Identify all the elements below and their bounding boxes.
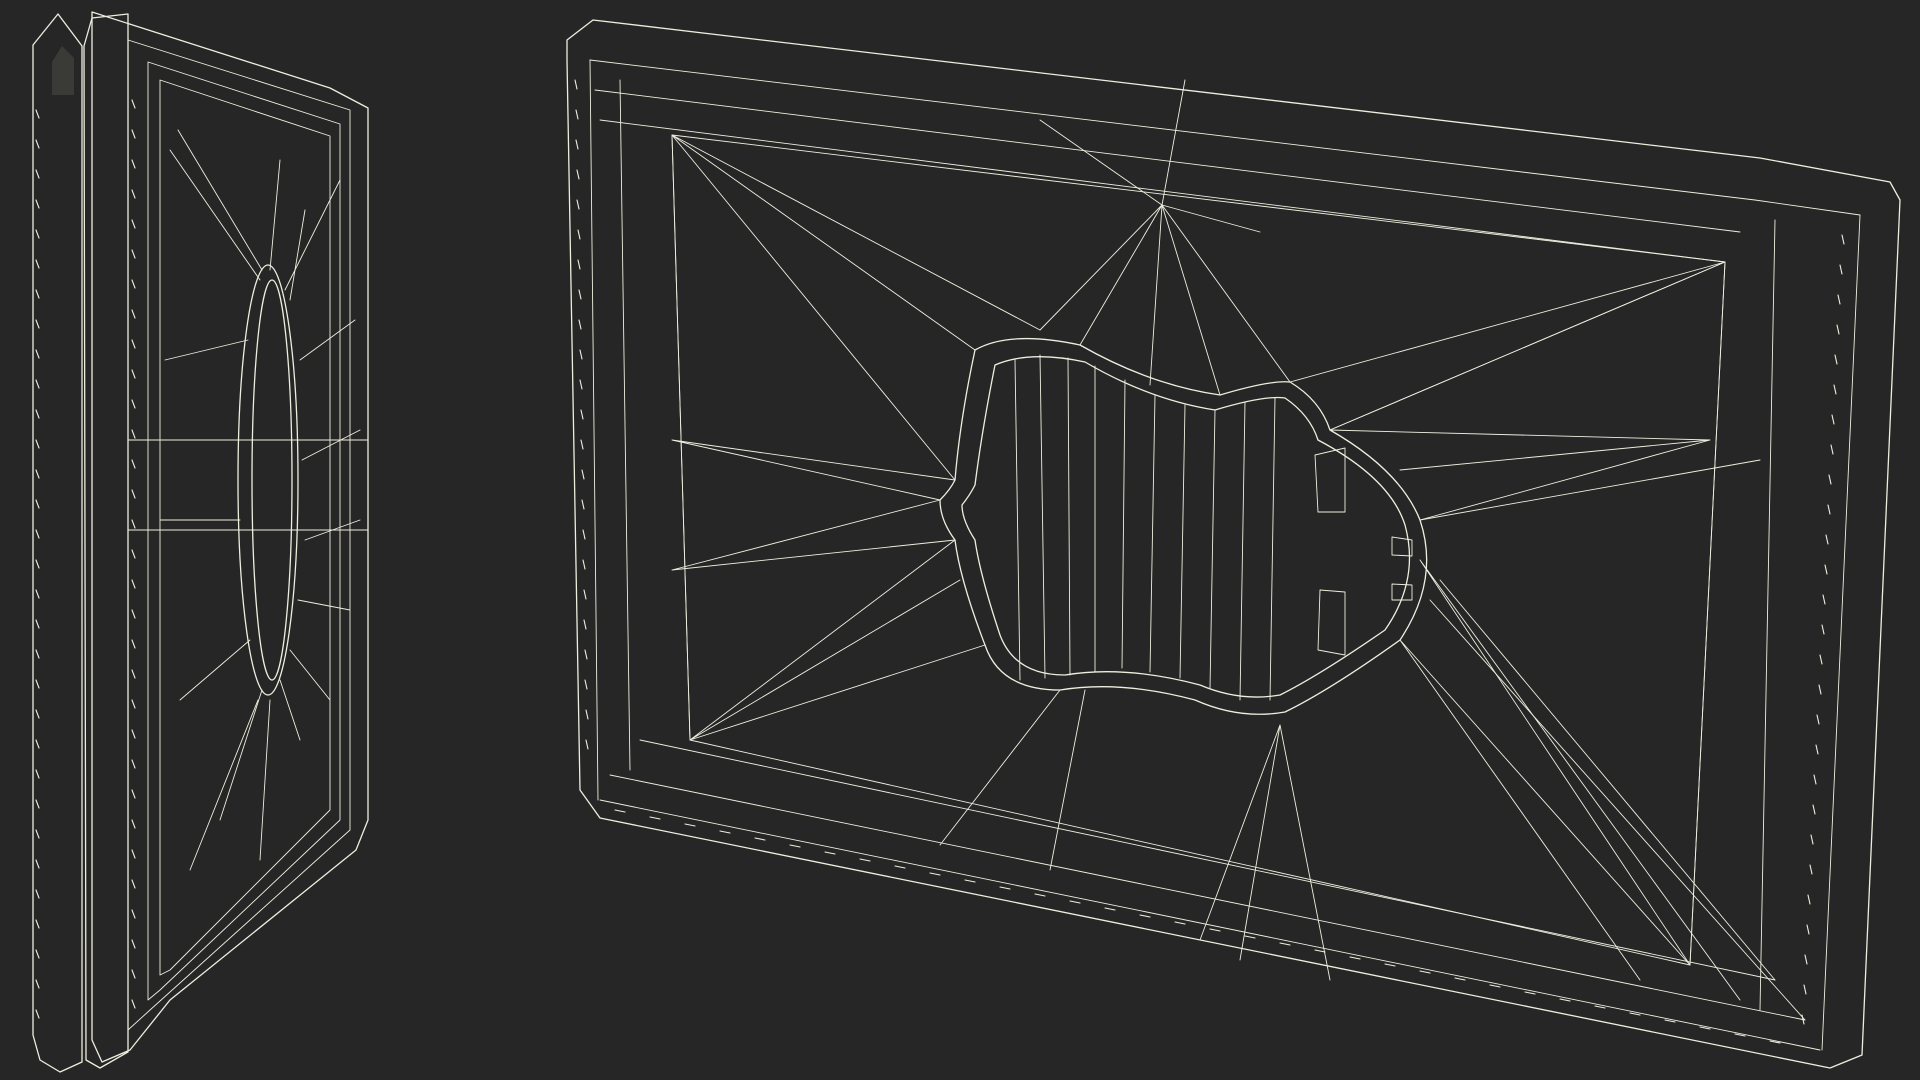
side-stitches-left [35,109,40,1019]
side-oval-rim [237,264,299,696]
side-oval-inner [251,279,293,681]
perspective-view-model [566,19,1901,1069]
side-face [91,11,369,1063]
side-slot [52,46,74,95]
render-viewport [0,0,1920,1080]
side-spine-back [32,13,83,1073]
persp-handle-slot-bottom [1317,589,1346,656]
persp-cavity-strips [1014,354,1276,701]
persp-cavity-inner [961,356,1411,698]
persp-inner-face [671,134,1726,966]
persp-stitches-right [1801,234,1845,1025]
persp-outer-body [566,19,1901,1069]
persp-radial-wires [671,79,1806,1021]
persp-stitches-bottom [614,809,1781,1044]
render-canvas [32,11,1901,1073]
side-stitches-right [131,99,136,1009]
side-spine-front [83,13,129,1069]
side-view-model [32,11,369,1073]
persp-cavity-outer [939,337,1428,715]
side-radial-wires [127,129,369,871]
persp-handle-slot-top [1314,447,1346,513]
